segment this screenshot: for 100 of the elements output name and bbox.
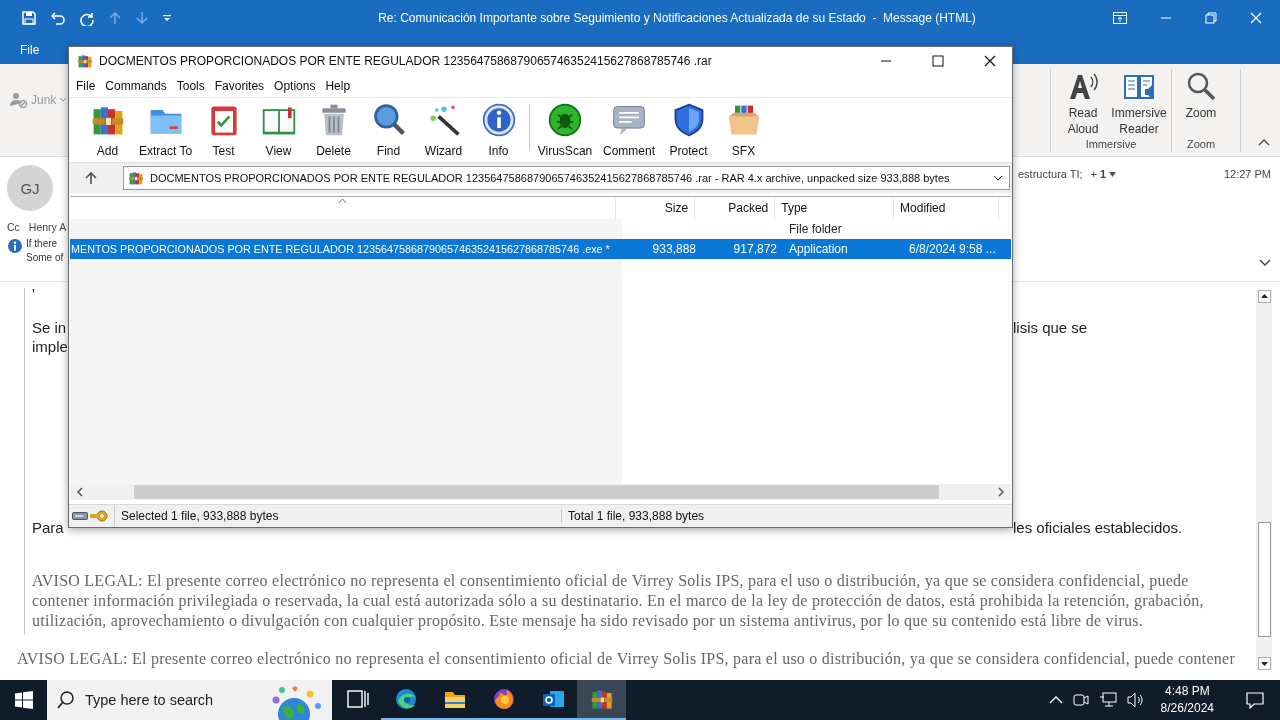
- search-icon: [57, 691, 75, 709]
- table-cell-text: 6/8/2024 9:58 ...: [908, 242, 997, 256]
- view-button[interactable]: View: [251, 102, 306, 158]
- legal-notice: AVISO LEGAL: El presente correo electrónico no representa el consentimiento oficial de Virrey Solis IPS, para el uso o distribución, ya que se considera confidencial, puede contener información privilegiada o reservada, la cual está autorizada sólo a su destinatario. En el marco de la ley de protección de datos, está prohibida la retención, grabación, utilización, aprovechamiento o divulgación con cualquier propósito. Este mensaje ha sido revisado por un sistema antivirus, por lo que su contenido está libre de virus.: [32, 571, 1205, 632]
- scrollbar-thumb[interactable]: [1257, 522, 1271, 637]
- zoom-icon: [1185, 71, 1217, 103]
- zoom-button[interactable]: Zoom: [1176, 69, 1226, 138]
- key-icon: [90, 510, 108, 522]
- menu-item[interactable]: Help: [320, 79, 356, 93]
- reader-button[interactable]: Immersive Reader: [1111, 69, 1167, 138]
- drive-icon: [72, 511, 88, 521]
- redo-icon[interactable]: [79, 10, 95, 26]
- caret-icon: [1109, 171, 1117, 177]
- avatar: GJ: [7, 165, 53, 211]
- table-cell-text: MENTOS PROPORCIONADOS POR ENTE REGULADOR 1235647586879065746352415627868785746 .exe *: [70, 243, 611, 255]
- sort-caret-icon: [337, 198, 347, 204]
- body-text: les oficiales establecidos.: [1013, 518, 1184, 537]
- add-button[interactable]: Add: [80, 102, 135, 158]
- body-text: imple: [32, 337, 68, 356]
- archive-icon: [128, 170, 144, 186]
- caret-icon: [59, 97, 68, 103]
- up-arrow-icon[interactable]: [85, 171, 97, 185]
- save-icon[interactable]: [21, 10, 37, 26]
- speaker-icon[interactable]: [1126, 692, 1145, 708]
- scroll-up-icon[interactable]: [1257, 290, 1271, 303]
- scroll-left-icon[interactable]: [76, 487, 84, 497]
- info-bar-text: If there: [26, 237, 59, 251]
- task-view-icon: [344, 687, 369, 711]
- customize-icon[interactable]: [162, 13, 172, 23]
- collapse-ribbon-icon[interactable]: [1258, 138, 1270, 146]
- info-icon: [480, 102, 517, 138]
- cc-recipient: Henry A: [28, 221, 67, 233]
- file-row[interactable]: File folder: [70, 219, 1011, 239]
- search-field[interactable]: Type here to search: [47, 680, 332, 720]
- test-button[interactable]: Test: [196, 102, 251, 158]
- comment-button[interactable]: Comment: [597, 102, 661, 158]
- network-icon[interactable]: [1098, 692, 1117, 708]
- chevron-up-icon[interactable]: [1048, 696, 1063, 704]
- menu-item[interactable]: Commands: [100, 79, 172, 93]
- virusscan-button[interactable]: VirusScan: [533, 102, 597, 158]
- body-text: Para: [32, 518, 65, 537]
- status-text: Selected 1 file, 933,888 bytes: [115, 509, 562, 523]
- read-button[interactable]: Read Aloud: [1055, 69, 1111, 138]
- scroll-down-icon[interactable]: [1257, 657, 1271, 670]
- ribbon-tab[interactable]: File: [0, 37, 60, 63]
- restore-icon[interactable]: [1205, 12, 1217, 24]
- scrollbar-thumb[interactable]: [134, 485, 939, 499]
- column-header[interactable]: Size: [615, 197, 696, 219]
- recipient-list: estructura TI;: [1018, 168, 1083, 180]
- text-mark: ': [32, 288, 36, 302]
- menu-item[interactable]: Options: [269, 79, 321, 93]
- table-cell-text: 917,872: [732, 242, 778, 256]
- file-row[interactable]: MENTOS PROPORCIONADOS POR ENTE REGULADOR 1235647586879065746352415627868785746 .exe * 933,888 917,872 Application 6/8/2024 9:58 ...: [70, 239, 1011, 259]
- wizard-button[interactable]: Wizard: [416, 102, 471, 158]
- person-block-icon: [10, 92, 28, 108]
- column-header[interactable]: Type: [775, 197, 895, 219]
- table-cell-text: Application: [788, 242, 849, 256]
- flame-globe-icon: [491, 687, 516, 711]
- menu-item[interactable]: Favorites: [209, 79, 270, 93]
- undo-icon[interactable]: [50, 10, 66, 26]
- dropdown-chevron-icon: [993, 175, 1003, 181]
- vertical-scrollbar[interactable]: [1256, 290, 1272, 670]
- camera-icon[interactable]: [1072, 692, 1089, 708]
- window-title: DOCMENTOS PROPORCIONADOS POR ENTE REGULADOR 1235647586879065746352415627868785746 .rar: [99, 54, 712, 68]
- find-button[interactable]: Find: [361, 102, 416, 158]
- info-bar-text: Some of: [26, 251, 64, 265]
- expand-chevron-icon[interactable]: [1259, 259, 1271, 267]
- more-recipients-button[interactable]: + 1: [1090, 168, 1117, 180]
- sfx-button[interactable]: SFX: [716, 102, 771, 158]
- scroll-right-icon[interactable]: [997, 487, 1005, 497]
- delete-button[interactable]: Delete: [306, 102, 361, 158]
- table-cell-text: 933,888: [651, 242, 697, 256]
- legal-notice: AVISO LEGAL: El presente correo electrónico no representa el consentimiento oficial de Virrey Solis IPS, para el uso o distribución, ya que se considera confidencial, puede contener: [17, 649, 1236, 669]
- menu-item[interactable]: Tools: [171, 79, 210, 93]
- info-button[interactable]: Info: [471, 102, 526, 158]
- info-icon: [8, 239, 22, 253]
- windows-logo-icon[interactable]: [15, 691, 33, 709]
- group-label: Zoom: [1186, 138, 1216, 152]
- protect-button[interactable]: Protect: [661, 102, 716, 158]
- group-label: Immersive: [1085, 138, 1137, 152]
- menu-item[interactable]: File: [71, 79, 101, 93]
- body-text: lisis que se: [1013, 318, 1089, 337]
- archive-icon: [77, 53, 93, 69]
- horizontal-scrollbar[interactable]: [70, 484, 1011, 500]
- column-header[interactable]: Packed: [695, 197, 776, 219]
- bug-icon: [547, 102, 583, 138]
- path-dropdown[interactable]: DOCMENTOS PROPORCIONADOS POR ENTE REGULADOR 1235647586879065746352415627868785746 .rar - RAR 4.x archive, unpacked size 933,888 bytes: [123, 166, 1010, 190]
- notification-icon[interactable]: [1246, 691, 1264, 709]
- column-header[interactable]: Modified: [894, 197, 999, 219]
- ribbon-display-icon[interactable]: [1113, 12, 1127, 24]
- status-text: Total 1 file, 933,888 bytes: [567, 509, 705, 523]
- swirl-icon: [393, 687, 418, 711]
- table-cell-text: File folder: [788, 222, 843, 236]
- extract-button[interactable]: Extract To: [135, 102, 196, 158]
- close-icon[interactable]: [984, 55, 996, 67]
- body-text: Se in: [32, 318, 68, 337]
- clock[interactable]: 4:48 PM 8/26/2024: [1154, 683, 1220, 717]
- maximize-icon[interactable]: [932, 55, 944, 67]
- cc-label: Cc: [7, 221, 20, 233]
- sent-time: 12:27 PM: [1223, 168, 1271, 180]
